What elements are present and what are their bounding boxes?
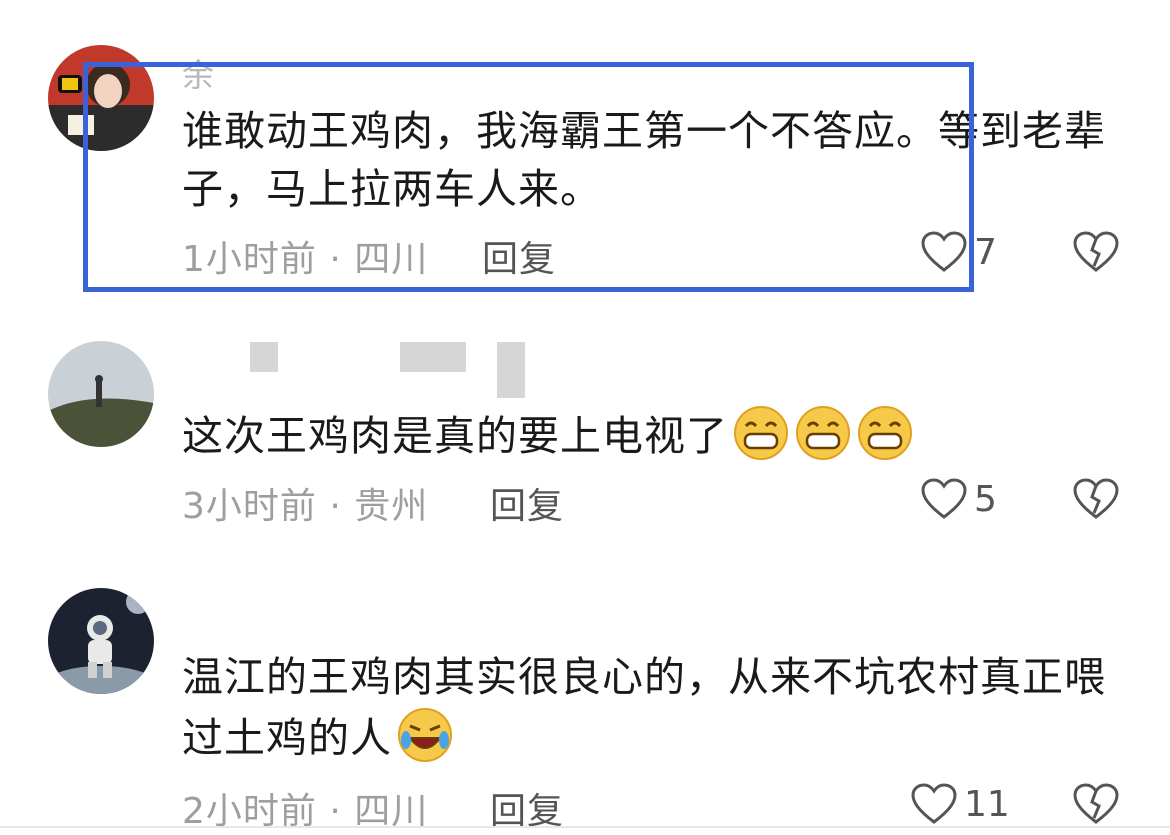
like-count: 7 [974,231,997,273]
divider [0,826,1170,828]
blurred-username [400,342,466,372]
comment-text: 这次王鸡肉是真的要上电视了 [182,404,1122,465]
like-button[interactable]: 5 [920,477,997,521]
comment-text-body: 温江的王鸡肉其实很良心的，从来不坑农村真正喂过土鸡的人 [182,653,1106,762]
avatar-astronaut-icon [48,588,154,694]
like-count: 5 [974,478,997,520]
comment-text-body: 这次王鸡肉是真的要上电视了 [182,412,728,460]
grin-emoji-icon [734,406,788,460]
heart-icon [921,478,967,519]
time-location: 3小时前 · 贵州 [182,486,429,527]
broken-heart-icon[interactable] [1072,477,1120,521]
grin-emoji-icon [858,406,912,460]
avatar[interactable] [48,341,154,447]
avatar[interactable] [48,588,154,694]
heart-icon [911,783,957,824]
grin-emoji-icon [796,406,850,460]
blurred-username [250,342,278,372]
like-count: 11 [964,783,1010,825]
like-button[interactable]: 11 [910,782,1010,826]
laugh-cry-emoji-icon [398,708,452,762]
broken-heart-icon[interactable] [1072,782,1120,826]
blurred-username [497,342,525,398]
reply-button[interactable]: 回复 [490,477,564,529]
comment-text: 温江的王鸡肉其实很良心的，从来不坑农村真正喂过土鸡的人 [182,648,1122,767]
broken-heart-icon[interactable] [1072,230,1120,274]
highlight-box [83,62,974,292]
avatar-hill-person-icon [48,341,154,447]
